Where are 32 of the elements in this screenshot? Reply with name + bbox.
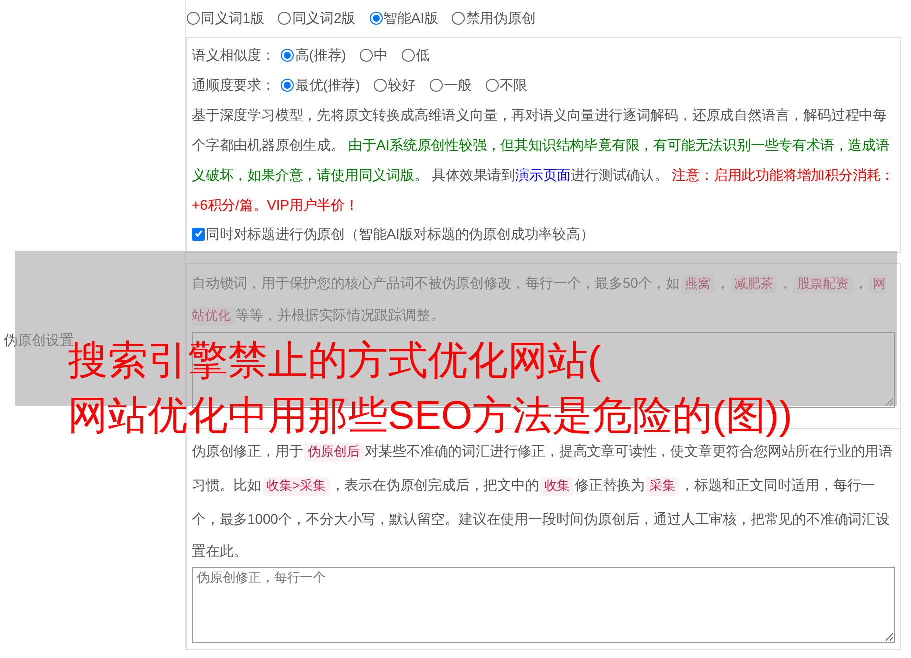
correction-description: 伪原创修正，用于 伪原创后 对某些不准确的词汇进行修正，提高文章可读性，使文章更符合您网站所在行业的用语习惯。比如 收集>采集 ，表示在伪原创完成后，把文中的 收集 修正替换为 采集 ，标题和正文同时适用，每行一个，最多1000个，不分大小写，默认留空。建议在使用一段时间伪原创后，通过人工审核，把常见的不准确词汇设置在此。 <box>192 442 894 561</box>
radio-label[interactable]: 同义词2版 <box>292 8 356 29</box>
radio-label[interactable]: 最优(推荐) <box>295 74 360 96</box>
radio-button[interactable] <box>360 48 374 62</box>
option-group-label: 通顺度要求： <box>192 76 276 94</box>
radio-label[interactable]: 较好 <box>388 74 416 96</box>
radio-label[interactable]: 高(推荐) <box>295 44 346 66</box>
radio-button[interactable] <box>430 78 443 92</box>
correction-field[interactable]: 伪原创修正，每行一个 <box>192 567 895 643</box>
radio-button[interactable] <box>281 78 294 92</box>
radio-label[interactable]: 不限 <box>500 74 528 96</box>
ai-description: 基于深度学习模型，先将原文转换成高维语义向量，再对语义向量进行逐词解码，还原成自然语言，解码过程中每个字都由机器原创生成。 由于AI系统原创性较强，但其知识结构毕竟有限，有可能无法识别一些专有术语，造成语义破坏，如果介意，请使用同义词版。 具体效果请到演示页面进行测试确认。 注意：启用此功能将增加积分消耗：+6积分/篇。VIP用户半价！ <box>192 106 895 215</box>
radio-button[interactable] <box>374 78 388 92</box>
radio-button[interactable] <box>370 12 383 25</box>
radio-label[interactable]: 同义词1版 <box>201 8 264 29</box>
radio-label[interactable]: 低 <box>416 44 430 66</box>
checkbox-label[interactable]: 同时对标题进行伪原创（智能AI版对标题的伪原创成功率较高） <box>206 224 594 244</box>
radio-button[interactable] <box>281 48 294 62</box>
radio-label[interactable]: 禁用伪原创 <box>466 8 536 29</box>
radio-button[interactable] <box>187 12 200 25</box>
radio-label[interactable]: 一般 <box>444 74 472 96</box>
option-group-label: 语义相似度： <box>192 46 276 64</box>
radio-button[interactable] <box>452 12 466 25</box>
lock-words-description: 自动锁词，用于保护您的核心产品词不被伪原创修改，每行一个，最多50个，如 燕窝 ， 减肥茶 ， 股票配资 ， 网站优化 等等，并根据实际情况跟踪调整。 <box>192 274 887 328</box>
radio-button[interactable] <box>402 48 416 62</box>
radio-button[interactable] <box>278 12 292 25</box>
overlay-title-line: 网站优化中用那些SEO方法是危险的(图)) <box>68 394 792 438</box>
radio-label[interactable]: 中 <box>374 44 388 66</box>
radio-button[interactable] <box>486 78 499 92</box>
checkbox[interactable] <box>192 228 205 240</box>
demo-page-link[interactable]: 演示页面 <box>516 167 572 183</box>
radio-label[interactable]: 智能AI版 <box>384 8 438 29</box>
